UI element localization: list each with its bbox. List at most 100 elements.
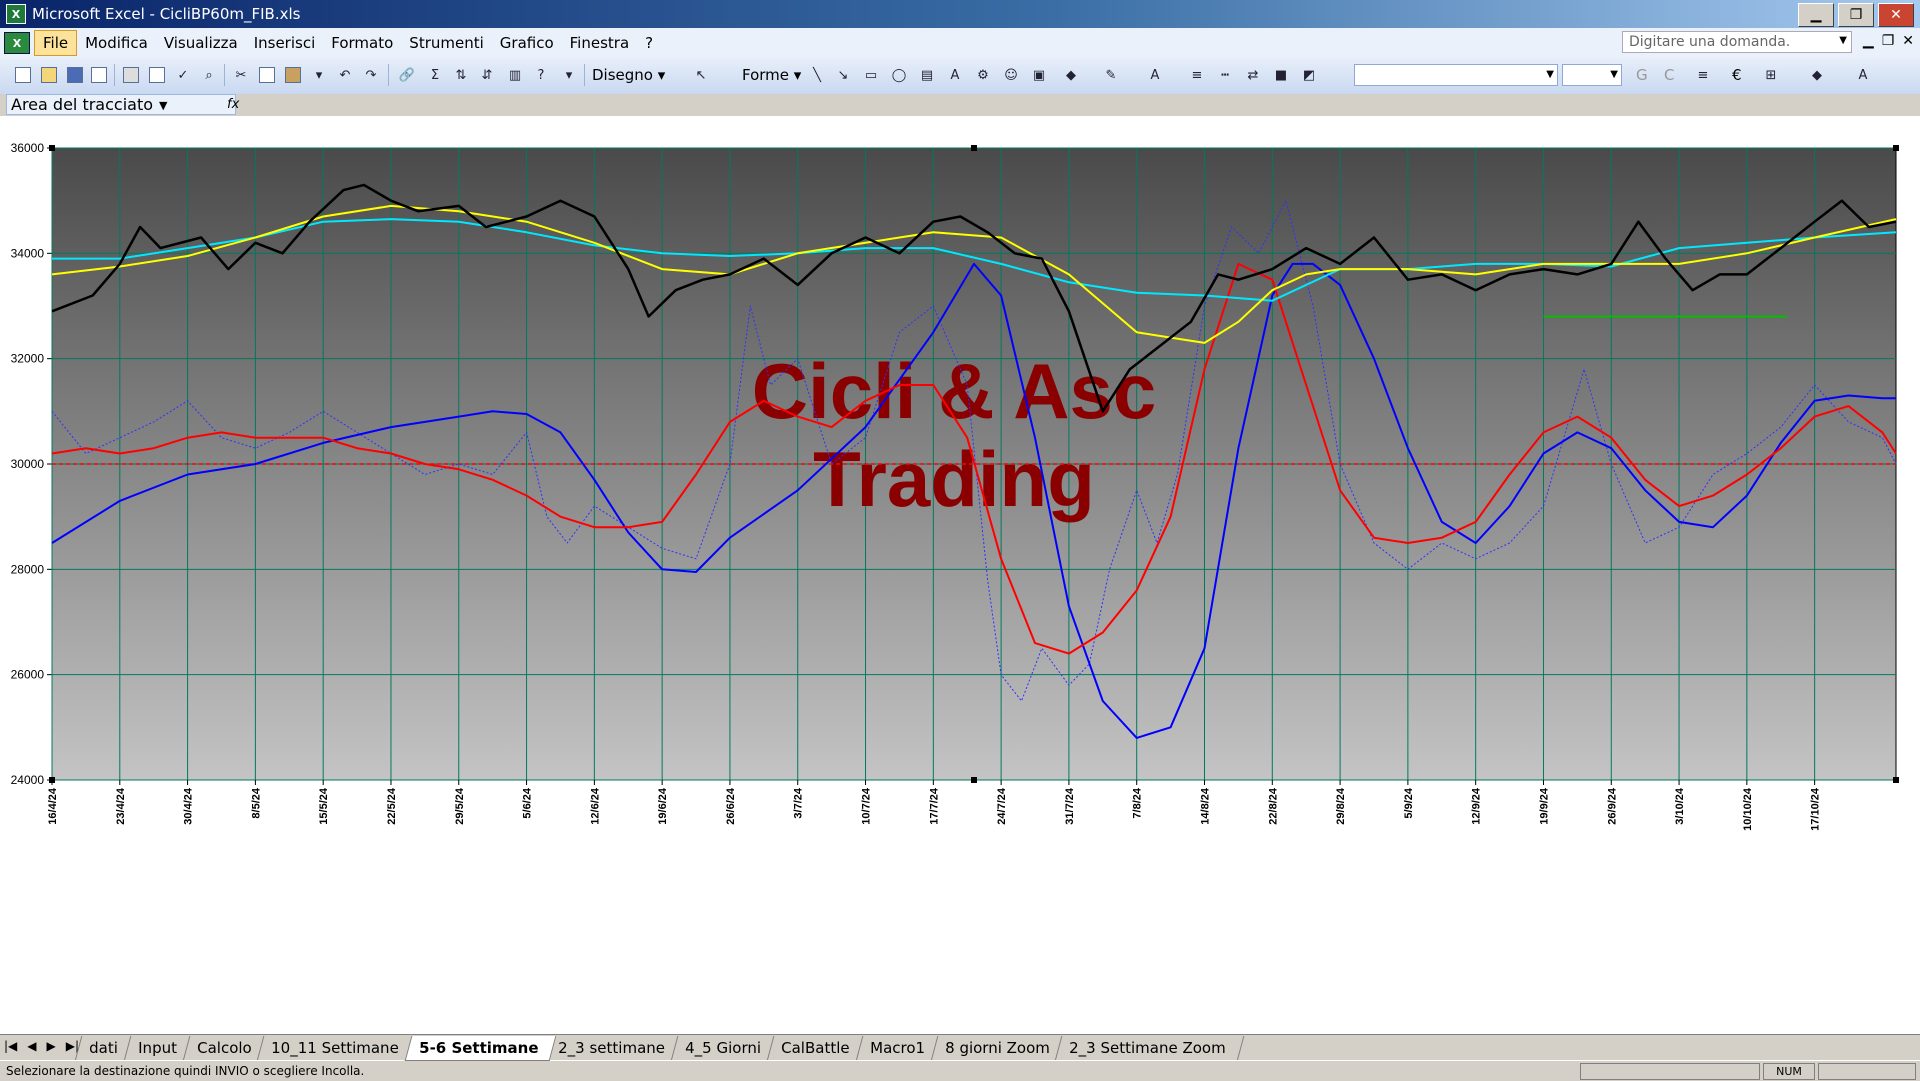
spelling-icon[interactable]: ✓ bbox=[172, 64, 194, 86]
shapes-menu-button[interactable]: Forme ▾ bbox=[742, 64, 801, 86]
diagram-icon[interactable]: ⚙ bbox=[972, 64, 994, 86]
clipart-icon[interactable]: ☺ bbox=[1000, 64, 1022, 86]
oval-icon[interactable]: ◯ bbox=[888, 64, 910, 86]
rectangle-icon[interactable]: ▭ bbox=[860, 64, 882, 86]
tab-10-11-settimane[interactable]: 10_11 Settimane bbox=[256, 1036, 418, 1061]
open-folder-icon[interactable] bbox=[38, 64, 60, 86]
doc-minimize-button[interactable]: ▁ bbox=[1863, 33, 1874, 49]
menu-finestra[interactable]: Finestra bbox=[562, 31, 638, 55]
status-panel bbox=[1580, 1063, 1760, 1080]
line-style-icon[interactable]: ≡ bbox=[1186, 64, 1208, 86]
excel-app-icon[interactable]: X bbox=[6, 4, 26, 24]
paste-icon[interactable] bbox=[282, 64, 304, 86]
euro-button[interactable]: € bbox=[1732, 64, 1742, 86]
chart-objects-select[interactable]: Area del tracciato ▼ fx bbox=[6, 94, 239, 115]
picture-icon[interactable]: ▣ bbox=[1028, 64, 1050, 86]
wordart-icon[interactable]: A bbox=[944, 64, 966, 86]
menu-modifica[interactable]: Modifica bbox=[77, 31, 156, 55]
x-tick-label: 7/8/24 bbox=[1132, 787, 1144, 818]
sort-icon[interactable]: ⇅ bbox=[450, 64, 472, 86]
font-name-select[interactable]: ▼ bbox=[1354, 64, 1558, 86]
x-tick-label: 3/10/24 bbox=[1674, 787, 1686, 825]
menu-visualizza[interactable]: Visualizza bbox=[156, 31, 246, 55]
redo-icon[interactable]: ↷ bbox=[360, 64, 382, 86]
doc-restore-button[interactable]: ❐ bbox=[1882, 33, 1895, 49]
prev-sheet-icon[interactable]: ◀ bbox=[27, 1039, 36, 1053]
minimize-button[interactable]: ▁ bbox=[1798, 3, 1834, 27]
tab-calbattle[interactable]: CalBattle bbox=[766, 1036, 868, 1061]
text-color-icon[interactable]: A bbox=[1852, 64, 1874, 86]
line-icon[interactable]: ╲ bbox=[806, 64, 828, 86]
help-search-input[interactable]: Digitare una domanda. ▼ bbox=[1622, 31, 1852, 53]
select-objects-icon[interactable]: ↖ bbox=[690, 64, 712, 86]
shadow-icon[interactable]: ■ bbox=[1270, 64, 1292, 86]
close-button[interactable]: ✕ bbox=[1878, 3, 1914, 27]
format-object-icon[interactable]: fx bbox=[227, 97, 239, 112]
tab-label: 10_11 Settimane bbox=[271, 1039, 400, 1057]
3d-style-icon[interactable]: ◩ bbox=[1298, 64, 1320, 86]
tab-2-3-settimane[interactable]: 2_3 settimane bbox=[543, 1036, 684, 1061]
standard-toolbar: ✓ ⌕ ✂ ▾ ↶ ↷ 🔗 Σ ⇅ ⇵ ▥ ? ▾ Disegno ▾ ↖ Fo… bbox=[0, 58, 1920, 95]
tab-macro1[interactable]: Macro1 bbox=[855, 1036, 943, 1061]
autosum-icon[interactable]: Σ bbox=[424, 64, 446, 86]
menu-inserisci[interactable]: Inserisci bbox=[246, 31, 324, 55]
chevron-down-icon[interactable]: ▼ bbox=[159, 99, 167, 112]
cut-icon[interactable]: ✂ bbox=[230, 64, 252, 86]
menu-help[interactable]: ? bbox=[637, 31, 661, 55]
borders-icon[interactable]: ⊞ bbox=[1760, 64, 1782, 86]
menu-formato[interactable]: Formato bbox=[323, 31, 401, 55]
draw-menu-button[interactable]: Disegno ▾ bbox=[592, 64, 665, 86]
new-file-icon[interactable] bbox=[12, 64, 34, 86]
help-icon[interactable]: ? bbox=[530, 64, 552, 86]
toolbar-separator bbox=[224, 64, 225, 86]
research-icon[interactable]: ⌕ bbox=[198, 64, 220, 86]
permission-icon[interactable] bbox=[88, 64, 110, 86]
tab-5-6-settimane[interactable]: 5-6 Settimane bbox=[404, 1036, 557, 1061]
x-tick-label: 26/6/24 bbox=[725, 787, 737, 825]
tab-4-5-giorni[interactable]: 4_5 Giorni bbox=[670, 1036, 780, 1061]
y-tick-label: 24000 bbox=[11, 773, 45, 787]
menu-file[interactable]: File bbox=[34, 30, 78, 56]
chart-toolbar-row: Area del tracciato ▼ fx bbox=[0, 94, 1920, 117]
print-icon[interactable] bbox=[120, 64, 142, 86]
font-size-select[interactable]: ▼ bbox=[1562, 64, 1622, 86]
arrow-style-icon[interactable]: ⇄ bbox=[1242, 64, 1264, 86]
copy-icon[interactable] bbox=[256, 64, 278, 86]
chart-sheet[interactable]: 24000 26000 28000 30000 32000 34000 36000 16/4/… bbox=[0, 116, 1920, 1034]
toolbar-options-icon[interactable]: ▾ bbox=[558, 64, 580, 86]
textbox-icon[interactable]: ▤ bbox=[916, 64, 938, 86]
sort-desc-icon[interactable]: ⇵ bbox=[476, 64, 498, 86]
line-chart[interactable]: 24000 26000 28000 30000 32000 34000 36000 16/4/… bbox=[0, 116, 1920, 1034]
doc-close-button[interactable]: ✕ bbox=[1902, 33, 1914, 49]
first-sheet-icon[interactable]: |◀ bbox=[4, 1039, 17, 1053]
menu-strumenti[interactable]: Strumenti bbox=[401, 31, 491, 55]
align-icon[interactable]: ≡ bbox=[1692, 64, 1714, 86]
x-tick-label: 19/9/24 bbox=[1538, 787, 1550, 825]
line-color-icon[interactable]: ✎ bbox=[1100, 64, 1122, 86]
font-color-icon[interactable]: A bbox=[1144, 64, 1166, 86]
maximize-button[interactable]: ❐ bbox=[1838, 3, 1874, 27]
workbook-icon[interactable]: X bbox=[4, 32, 30, 54]
x-tick-label: 8/5/24 bbox=[250, 787, 262, 818]
document-window-controls: ▁ ❐ ✕ bbox=[1863, 33, 1914, 49]
bold-button[interactable]: G bbox=[1636, 64, 1648, 86]
fill-color-icon[interactable]: ◆ bbox=[1060, 64, 1082, 86]
chevron-down-icon: ▼ bbox=[1610, 69, 1618, 80]
dash-style-icon[interactable]: ┅ bbox=[1214, 64, 1236, 86]
x-tick-label: 5/9/24 bbox=[1403, 787, 1415, 818]
italic-button[interactable]: C bbox=[1664, 64, 1674, 86]
format-painter-icon[interactable]: ▾ bbox=[308, 64, 330, 86]
y-tick-label: 28000 bbox=[11, 562, 45, 576]
menu-grafico[interactable]: Grafico bbox=[492, 31, 562, 55]
print-preview-icon[interactable] bbox=[146, 64, 168, 86]
arrow-icon[interactable]: ↘ bbox=[832, 64, 854, 86]
next-sheet-icon[interactable]: ▶ bbox=[47, 1039, 56, 1053]
tab-8-giorni-zoom[interactable]: 8 giorni Zoom bbox=[930, 1036, 1068, 1061]
chart-wizard-icon[interactable]: ▥ bbox=[504, 64, 526, 86]
hyperlink-icon[interactable]: 🔗 bbox=[396, 64, 418, 86]
tab-2-3-settimane-zoom[interactable]: 2_3 Settimane Zoom bbox=[1054, 1036, 1245, 1061]
fill-bucket-icon[interactable]: ◆ bbox=[1806, 64, 1828, 86]
chevron-down-icon[interactable]: ▼ bbox=[1839, 35, 1847, 46]
undo-icon[interactable]: ↶ bbox=[334, 64, 356, 86]
save-icon[interactable] bbox=[64, 64, 86, 86]
